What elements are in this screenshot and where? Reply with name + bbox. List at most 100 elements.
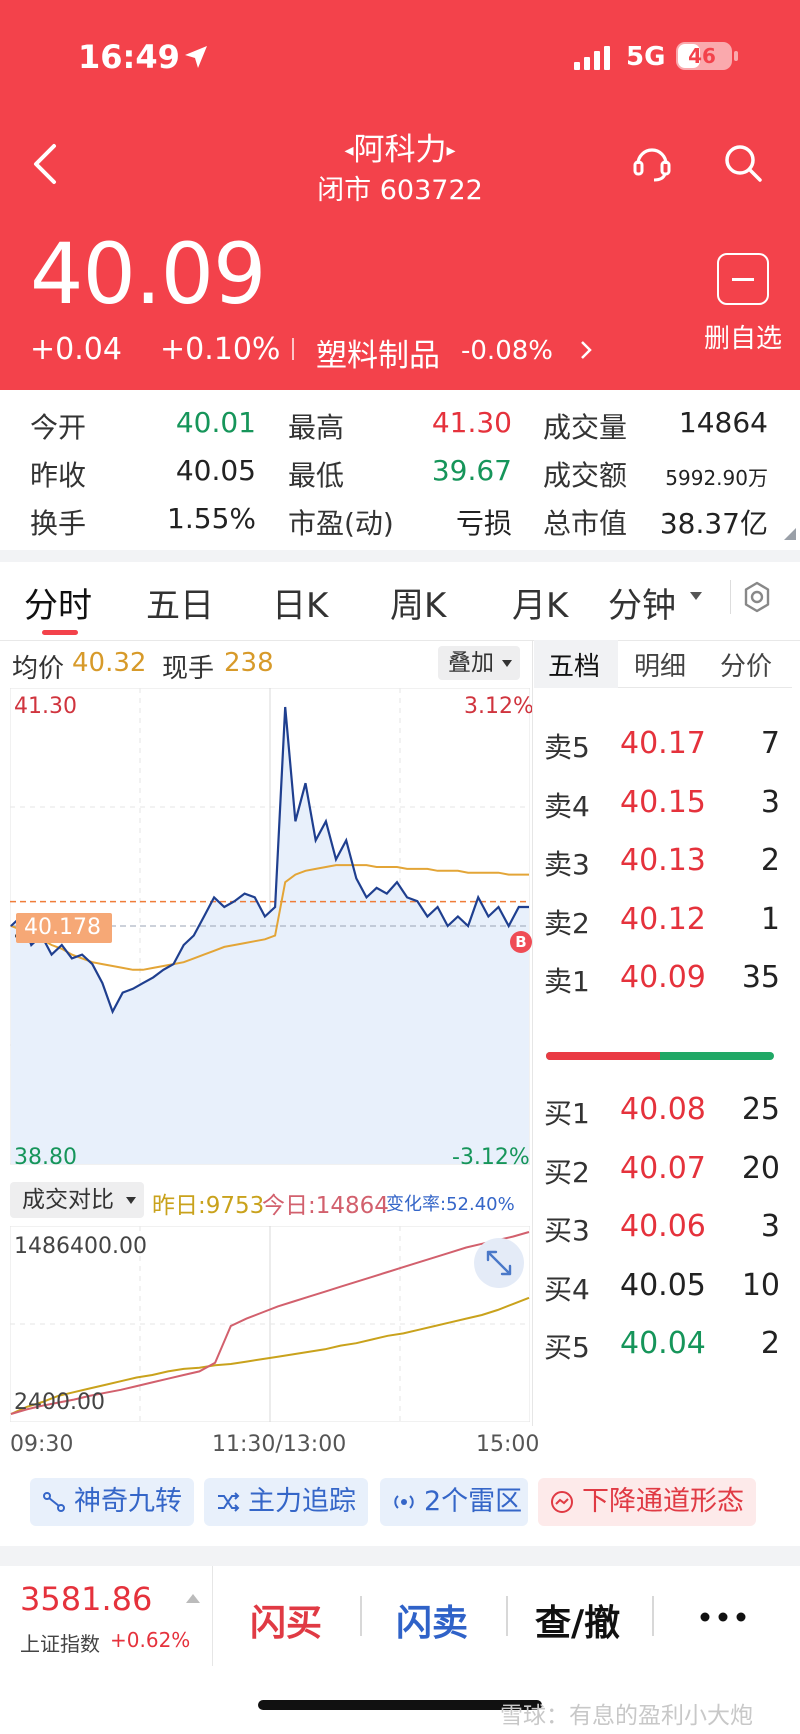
tab-five-levels[interactable]: 五档 [548,646,600,683]
bid-level-row[interactable]: 买5 40.04 2 [544,1326,780,1370]
overlay-label[interactable]: 叠加 [448,650,494,676]
ask-level-volume: 7 [760,726,780,761]
last-price: 40.09 [30,225,266,323]
prev-close-value: 40.05 [175,454,256,487]
bid-level-volume: 20 [741,1150,780,1186]
ask-level-price: 40.09 [620,960,706,995]
bid-level-volume: 10 [741,1267,780,1303]
tab-weekly-k[interactable]: 周K [390,578,446,627]
ask-level-label: 卖1 [544,965,590,998]
divider [730,580,731,614]
flash-sell-button[interactable]: 闪卖 [396,1594,468,1646]
pattern-chip[interactable]: 下降通道形态 [538,1478,756,1526]
next-stock-arrow-icon[interactable]: ▸ [447,140,456,161]
y-axis-bottom-pct-label: -3.12% [452,1145,530,1170]
tab-trade-detail[interactable]: 明细 [634,646,686,683]
volume-compare-label[interactable]: 成交对比 [22,1187,114,1213]
caret-up-icon[interactable] [186,1594,200,1603]
watermark: 雪球：有息的盈利小大炮 [500,1703,753,1729]
gear-icon[interactable] [740,580,774,614]
ask-level-label: 卖5 [544,731,590,764]
tab-price-distribution[interactable]: 分价 [720,646,772,683]
index-change[interactable]: +0.62% [110,1628,190,1652]
tab-five-day[interactable]: 五日 [146,578,214,627]
tab-monthly-k[interactable]: 月K [512,578,568,627]
low-value: 39.67 [431,454,512,487]
volume-y-top-label: 1486400.00 [14,1234,147,1259]
bid-level-row[interactable]: 买3 40.06 3 [544,1209,780,1253]
risk-zone-chip[interactable]: 2个雷区 [380,1478,528,1526]
open-label: 今开 [30,411,87,444]
tab-daily-k[interactable]: 日K [272,578,328,627]
tab-minute[interactable]: 分钟 [608,578,676,627]
divider [532,640,533,1426]
y-axis-top-pct-label: 3.12% [464,694,534,719]
pattern-label[interactable]: 下降通道形态 [582,1486,744,1517]
ask-level-price: 40.12 [620,901,706,937]
ask-level-row[interactable]: 卖2 40.12 1 [544,902,780,946]
index-value[interactable]: 3581.86 [20,1580,152,1618]
ask-level-label: 卖2 [544,906,590,940]
ask-level-row[interactable]: 卖1 40.09 35 [544,960,780,1004]
bid-level-row[interactable]: 买1 40.08 25 [544,1092,780,1136]
pe-label: 市盈(动) [288,507,394,540]
location-arrow-icon [185,46,207,68]
ask-level-label: 卖4 [544,789,590,823]
back-icon[interactable] [30,142,60,186]
bid-level-label: 买1 [544,1097,590,1130]
remove-watchlist-label[interactable]: 删自选 [704,318,782,355]
divider [292,338,294,360]
more-icon[interactable] [700,1612,746,1622]
expand-corner-icon[interactable] [784,528,796,540]
volume-compare-dropdown[interactable]: 成交对比 [10,1182,144,1218]
remove-watchlist-button[interactable] [717,253,769,305]
volume-y-bottom-label: 2400.00 [14,1390,105,1415]
section-gap [0,1546,800,1566]
query-cancel-button[interactable]: 查/撤 [535,1594,620,1646]
main-force-label[interactable]: 主力追踪 [248,1486,356,1517]
ask-level-row[interactable]: 卖3 40.13 2 [544,843,780,887]
sector-name[interactable]: 塑料制品 [316,330,440,375]
buy-sell-ratio-bar [546,1052,774,1060]
open-value: 40.01 [175,406,256,439]
amount-value: 5992.90万 [665,466,768,490]
tab-intraday[interactable]: 分时 [24,578,92,627]
bid-level-row[interactable]: 买2 40.07 20 [544,1151,780,1195]
bid-level-row[interactable]: 买4 40.05 10 [544,1268,780,1312]
price-change: +0.04 [30,332,122,367]
expand-arrows-icon [486,1250,512,1276]
market-status-line: 闭市 603722 [250,168,550,207]
ask-level-volume: 3 [760,784,780,820]
customer-service-icon[interactable] [630,140,674,184]
chevron-down-icon[interactable] [690,592,702,600]
search-icon[interactable] [722,142,764,184]
high-value: 41.30 [431,406,512,439]
stock-code: 603722 [379,175,483,206]
magic-nine-label[interactable]: 神奇九转 [74,1486,182,1517]
expand-icon[interactable] [474,1238,524,1288]
turnover-value: 1.55% [167,502,256,535]
ask-level-row[interactable]: 卖5 40.17 7 [544,726,780,770]
overlay-dropdown[interactable]: 叠加 [438,646,520,680]
bid-level-price: 40.08 [620,1092,706,1127]
divider [506,1596,508,1636]
risk-zone-label[interactable]: 2个雷区 [424,1486,522,1517]
bid-level-price: 40.06 [620,1209,706,1244]
index-name[interactable]: 上证指数 [20,1628,100,1657]
prev-stock-arrow-icon[interactable]: ◂ [344,140,353,161]
chevron-right-icon[interactable] [578,338,594,362]
sector-change[interactable]: -0.08% [461,336,553,366]
order-book-tabs: 五档 明细 分价 [534,640,792,688]
section-gap [0,550,800,562]
bid-level-volume: 3 [760,1209,780,1244]
main-force-chip[interactable]: 主力追踪 [204,1478,368,1526]
ask-level-volume: 1 [760,901,780,937]
buy-point-marker-icon[interactable]: B [510,931,532,953]
divider [212,1566,213,1666]
flash-buy-button[interactable]: 闪买 [250,1594,322,1646]
ask-level-row[interactable]: 卖4 40.15 3 [544,785,780,829]
broadcast-icon [394,1495,414,1509]
stock-name-switcher[interactable]: ◂阿科力▸ [250,124,550,169]
nodes-icon [43,1492,65,1512]
magic-nine-chip[interactable]: 神奇九转 [30,1478,194,1526]
